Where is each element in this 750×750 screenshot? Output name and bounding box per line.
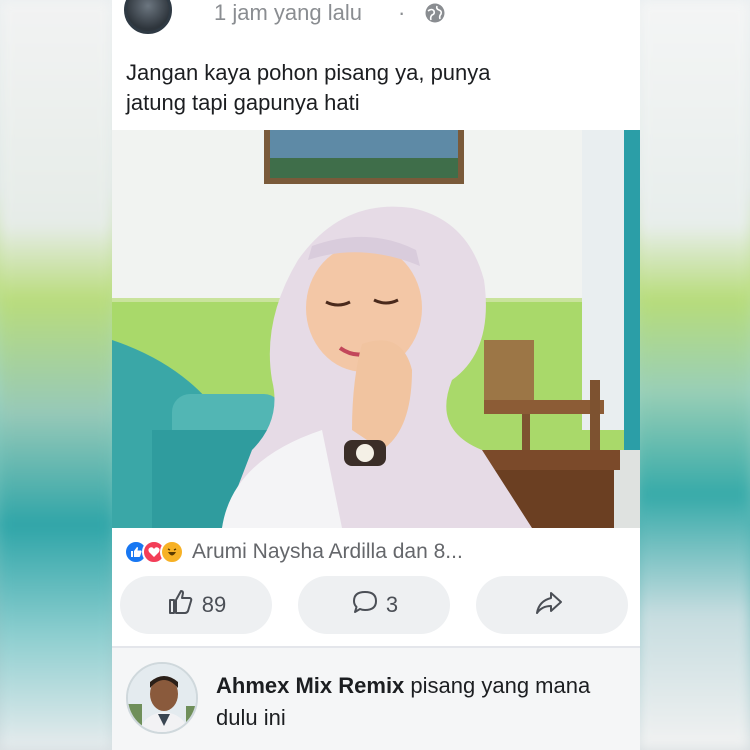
haha-icon (160, 540, 184, 564)
poster-avatar[interactable] (124, 0, 172, 34)
like-count: 89 (201, 592, 227, 617)
post-card: 1 jam yang lalu · Jangan kaya pohon pisa… (112, 0, 640, 750)
comment-count: 3 (385, 592, 399, 617)
post-text: Jangan kaya pohon pisang ya, punya jatun… (126, 58, 596, 118)
globe-icon (424, 2, 446, 24)
reaction-names[interactable]: Arumi Naysha Ardilla dan 8... (192, 540, 463, 564)
share-icon (533, 587, 571, 623)
commenter-avatar[interactable] (126, 662, 198, 734)
post-photo[interactable] (112, 130, 640, 528)
comment-author[interactable]: Ahmex Mix Remix (216, 673, 404, 698)
separator-dot: · (398, 0, 406, 25)
comment-icon (350, 587, 386, 623)
like-button[interactable]: 89 (120, 576, 272, 634)
background-blur-left (0, 0, 112, 750)
comment-text: Ahmex Mix Remix pisang yang mana dulu in… (216, 670, 616, 734)
background-blur-right (638, 0, 750, 750)
share-button[interactable] (476, 576, 628, 634)
post-text-line-1: Jangan kaya pohon pisang ya, punya (126, 60, 491, 85)
post-text-line-2: jatung tapi gapunya hati (126, 90, 360, 115)
reactions-bar[interactable]: Arumi Naysha Ardilla dan 8... (124, 538, 463, 566)
comment-item: Ahmex Mix Remix pisang yang mana dulu in… (112, 648, 640, 750)
comment-button[interactable]: 3 (298, 576, 450, 634)
thumbs-up-icon (166, 587, 202, 623)
post-timestamp[interactable]: 1 jam yang lalu (214, 0, 362, 26)
